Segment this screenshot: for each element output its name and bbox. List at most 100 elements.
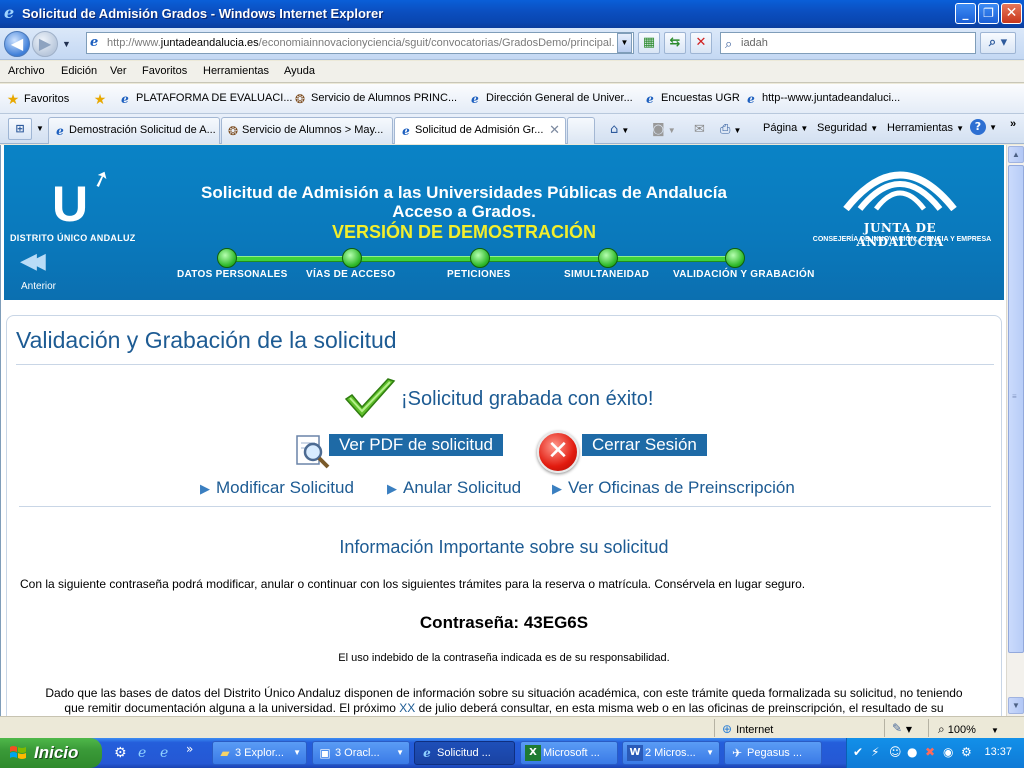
tray-security-icon[interactable]: ◉ — [943, 745, 953, 759]
ie-page-icon: e — [121, 92, 129, 106]
step-label-validacion: VALIDACIÓN Y GRABACIÓN — [673, 269, 815, 280]
clock: 13:37 — [984, 746, 1012, 758]
step-label-datos: DATOS PERSONALES — [177, 269, 288, 280]
minimize-button[interactable]: _ — [955, 3, 976, 24]
close-tab-icon[interactable]: ✕ — [549, 123, 560, 138]
menu-ver[interactable]: Ver — [110, 65, 127, 77]
protected-mode-icon[interactable]: ✎ ▼ — [892, 721, 912, 735]
close-session-button[interactable]: Cerrar Sesión — [582, 434, 707, 456]
zoom-control[interactable]: ⌕ 100% ▼ — [938, 722, 999, 737]
back-arrows-icon[interactable]: ◀◀ — [20, 249, 46, 274]
address-dropdown-button[interactable]: ▼ — [617, 33, 632, 53]
task-solicitud[interactable]: e Solicitud ... — [414, 741, 515, 765]
banner-title-line1: Solicitud de Admisión a las Universidade… — [201, 183, 727, 202]
zone-label: Internet — [736, 724, 774, 736]
favorite-label: PLATAFORMA DE EVALUACI... — [136, 92, 293, 104]
view-pdf-button[interactable]: Ver PDF de solicitud — [329, 434, 504, 456]
search-input[interactable]: ⌕ iadah — [720, 32, 976, 54]
page-content: U ➚ DISTRITO ÚNICO ANDALUZ ◀◀ Anterior S… — [0, 145, 1006, 716]
close-window-button[interactable]: ✕ — [1001, 3, 1022, 24]
favorites-label: Favoritos — [24, 93, 70, 105]
stop-icon[interactable]: ✕ — [690, 32, 712, 54]
step-label-peticiones: PETICIONES — [447, 269, 511, 280]
favorites-bar: ★ Favoritos ★ e PLATAFORMA DE EVALUACI... … — [0, 84, 1024, 114]
excel-icon: X — [525, 745, 541, 761]
favorite-link-direccion-general[interactable]: e Dirección General de Univer... — [468, 92, 633, 106]
favorite-link-plataforma[interactable]: e PLATAFORMA DE EVALUACI... — [118, 92, 292, 106]
security-menu[interactable]: Seguridad ▼ — [817, 122, 878, 134]
menu-archivo[interactable]: Archivo — [8, 65, 45, 77]
tray-network-icon[interactable]: ⚡ — [871, 745, 879, 759]
back-button[interactable]: ◀ — [4, 31, 30, 57]
address-toolbar: ◀ ▶ ▼ e http://www.juntadeandalucia.es/e… — [0, 28, 1024, 60]
tools-menu[interactable]: Herramientas ▼ — [887, 122, 964, 134]
refresh-icon[interactable]: ⇆ — [664, 32, 686, 54]
info-paragraph-line2: que remitir documentación alguna a la un… — [13, 701, 995, 716]
tab-list-dropdown-icon[interactable]: ▼ — [36, 124, 44, 133]
scroll-up-icon[interactable]: ▲ — [1008, 146, 1024, 163]
banner-title-line2: Acceso a Grados. — [392, 202, 536, 221]
cancel-application-link[interactable]: ▶ Anular Solicitud — [387, 478, 521, 498]
tray-antivirus-icon[interactable]: ✔ — [853, 745, 863, 759]
previous-link[interactable]: Anterior — [21, 281, 56, 292]
quicklaunch-overflow-icon[interactable]: » — [186, 742, 193, 756]
print-button[interactable]: ⎙ ▼ — [720, 122, 741, 137]
favorites-button[interactable]: ★ Favoritos — [6, 92, 70, 108]
search-button[interactable]: ⌕ ▾ — [980, 32, 1016, 54]
menu-edicion[interactable]: Edición — [61, 65, 97, 77]
start-button[interactable]: Inicio — [0, 738, 102, 768]
task-oracle[interactable]: ▣ 3 Oracl... ▼ — [312, 741, 410, 765]
tab-demostracion[interactable]: e Demostración Solicitud de A... — [48, 117, 220, 144]
distrito-unico-logo: U — [52, 176, 89, 232]
close-session-icon[interactable]: ✕ — [537, 431, 579, 473]
quick-tabs-icon[interactable]: ⊞ — [8, 118, 32, 140]
forward-button[interactable]: ▶ — [32, 31, 58, 57]
history-dropdown-icon[interactable]: ▼ — [62, 39, 71, 49]
feeds-button[interactable]: ◙ ▼ — [652, 122, 676, 137]
play-arrow-icon: ▶ — [200, 482, 210, 497]
task-pegasus[interactable]: ✈ Pegasus ... — [724, 741, 822, 765]
view-offices-link[interactable]: ▶ Ver Oficinas de Preinscripción — [552, 478, 795, 498]
scroll-down-icon[interactable]: ▼ — [1008, 697, 1024, 714]
page-menu[interactable]: Página ▼ — [763, 122, 808, 134]
menu-ayuda[interactable]: Ayuda — [284, 65, 315, 77]
menu-favoritos[interactable]: Favoritos — [142, 65, 187, 77]
quicklaunch-bug-icon[interactable]: ⚙ — [114, 745, 127, 761]
tray-alert-icon[interactable]: ✖ — [925, 745, 935, 759]
tab-solicitud-admision[interactable]: e Solicitud de Admisión Gr... ✕ — [394, 117, 566, 144]
tab-servicio-alumnos[interactable]: ❂ Servicio de Alumnos > May... — [221, 117, 393, 144]
task-microsoft-excel[interactable]: X Microsoft ... — [520, 741, 618, 765]
read-mail-button[interactable]: ✉ — [694, 122, 705, 137]
toolbar-overflow-icon[interactable]: » — [1010, 118, 1016, 130]
tray-messenger-icon[interactable]: ☺ — [889, 745, 902, 759]
site-banner: U ➚ DISTRITO ÚNICO ANDALUZ ◀◀ Anterior S… — [4, 145, 1004, 300]
university-seal-icon: ❂ — [294, 92, 306, 106]
task-explorer[interactable]: ▰ 3 Explor... ▼ — [212, 741, 307, 765]
modify-application-link[interactable]: ▶ Modificar Solicitud — [200, 478, 354, 498]
url-domain: juntadeandalucia.es — [160, 37, 259, 49]
windows-taskbar: Inicio ⚙ e e » ▰ 3 Explor... ▼ ▣ 3 Oracl...… — [0, 738, 1024, 768]
favorite-link-encuestas[interactable]: e Encuestas UGR — [643, 92, 740, 106]
add-favorite-button[interactable]: ★ — [93, 92, 111, 108]
quicklaunch-ie-icon[interactable]: e — [138, 745, 146, 761]
home-button[interactable]: ⌂ ▼ — [610, 122, 629, 137]
task-microsoft-word[interactable]: W2 Micros... ▼ — [622, 741, 720, 765]
task-label: Pegasus ... — [747, 747, 803, 759]
help-button[interactable]: ? ▼ — [970, 119, 997, 135]
pdf-magnifier-icon[interactable] — [295, 433, 331, 469]
favorite-link-servicio-alumnos[interactable]: ❂ Servicio de Alumnos PRINC... — [293, 92, 457, 106]
quicklaunch-ie2-icon[interactable]: e — [160, 745, 168, 761]
compatibility-view-icon[interactable]: ▦ — [638, 32, 660, 54]
new-tab-button[interactable] — [567, 117, 595, 144]
link-label: Ver Oficinas de Preinscripción — [568, 478, 795, 497]
address-input[interactable]: e http://www.juntadeandalucia.es/economi… — [86, 32, 634, 54]
favorite-link-juntadeandalucia[interactable]: e http--www.juntadeandaluci... — [744, 92, 900, 106]
restore-button[interactable]: ❐ — [978, 3, 999, 24]
tray-panda-icon[interactable]: ● — [907, 745, 917, 759]
demo-version-label: VERSIÓN DE DEMOSTRACIÓN — [331, 222, 597, 242]
scroll-thumb[interactable] — [1008, 165, 1024, 653]
tray-update-icon[interactable]: ⚙ — [961, 745, 972, 759]
step-dot-simultaneidad — [598, 248, 618, 268]
vertical-scrollbar[interactable]: ▲ ≡ ▼ — [1006, 145, 1024, 716]
menu-herramientas[interactable]: Herramientas — [203, 65, 269, 77]
